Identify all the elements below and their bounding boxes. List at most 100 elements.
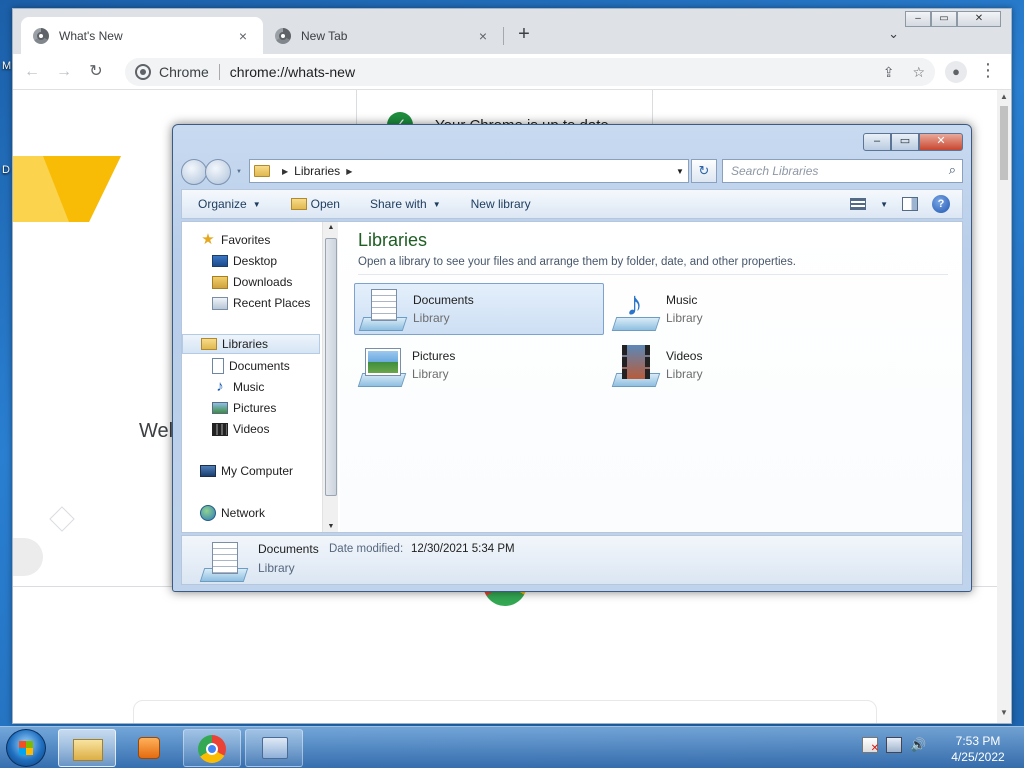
nav-item-music[interactable]: ♪ Music: [212, 377, 264, 397]
scroll-down-arrow-icon[interactable]: ▼: [323, 523, 339, 530]
help-icon[interactable]: ?: [932, 195, 950, 213]
preview-pane-icon[interactable]: [902, 197, 918, 211]
bookmark-star-icon[interactable]: ☆: [912, 64, 925, 81]
tab-search-button[interactable]: ⌄: [888, 26, 899, 42]
recent-places-icon: [212, 296, 228, 310]
nav-item-recent-places[interactable]: Recent Places: [212, 293, 310, 313]
address-history-dropdown-icon[interactable]: ▼: [672, 167, 688, 176]
library-tile-videos[interactable]: Videos Library: [608, 339, 858, 391]
nav-item-label: Downloads: [233, 275, 293, 289]
welcome-heading: Wel: [139, 420, 174, 442]
omnibox-chip: Chrome: [159, 64, 209, 80]
nav-item-pictures[interactable]: Pictures: [212, 398, 276, 418]
pictures-icon: [212, 402, 228, 414]
explorer-window: – ▭ ✕ ▼ ▶ Libraries ▶ ▼ ↻ Search Librari…: [172, 124, 972, 592]
taskbar-media-player-button[interactable]: [120, 729, 178, 767]
nav-item-favorites[interactable]: ★ Favorites: [200, 230, 270, 250]
close-button[interactable]: ✕: [957, 11, 1001, 27]
start-button[interactable]: [6, 729, 46, 767]
breadcrumb-arrow-icon[interactable]: ▶: [282, 167, 288, 176]
scrollbar-thumb[interactable]: [1000, 106, 1008, 180]
change-view-icon[interactable]: [850, 198, 867, 210]
new-tab-button[interactable]: +: [513, 24, 535, 46]
feature-card: [133, 700, 877, 723]
tab-whats-new[interactable]: What's New ×: [21, 17, 263, 54]
documents-library-icon: [199, 540, 249, 582]
volume-icon[interactable]: 🔊: [910, 737, 926, 753]
minimize-button[interactable]: –: [905, 11, 931, 27]
breadcrumb-libraries[interactable]: Libraries: [294, 164, 340, 178]
tab-close-button[interactable]: ×: [235, 28, 251, 44]
details-name: Documents: [258, 542, 319, 556]
nav-item-libraries[interactable]: Libraries: [182, 334, 320, 354]
maximize-button[interactable]: ▭: [891, 133, 919, 151]
nav-item-documents[interactable]: Documents: [212, 356, 290, 376]
scrollbar-thumb[interactable]: [325, 238, 337, 496]
close-button[interactable]: ✕: [919, 133, 963, 151]
nav-item-label: Desktop: [233, 254, 278, 268]
scroll-up-arrow-icon[interactable]: ▲: [323, 224, 339, 231]
breadcrumb-arrow-icon[interactable]: ▶: [346, 167, 352, 176]
scroll-up-arrow-icon[interactable]: ▲: [997, 92, 1011, 101]
nav-item-downloads[interactable]: Downloads: [212, 272, 292, 292]
taskbar-control-panel-button[interactable]: [245, 729, 303, 767]
desktop-icon-label: D: [2, 164, 10, 176]
chrome-tab-strip: What's New × New Tab × + ⌄ – ▭ ✕: [13, 9, 1011, 54]
back-button[interactable]: [181, 159, 207, 185]
page-scrollbar[interactable]: ▲ ▼: [997, 90, 1011, 723]
new-library-button[interactable]: New library: [471, 197, 531, 211]
nav-item-label: Network: [221, 506, 266, 520]
reload-button[interactable]: ↻: [83, 59, 109, 85]
downloads-folder-icon: [212, 275, 228, 289]
library-tile-music[interactable]: ♪ Music Library: [608, 283, 858, 335]
recent-pages-dropdown-icon[interactable]: ▼: [236, 169, 242, 175]
address-bar[interactable]: Chrome chrome://whats-new ⇪ ☆: [125, 58, 935, 86]
library-tile-documents[interactable]: Documents Library: [354, 283, 604, 335]
refresh-button[interactable]: ↻: [691, 159, 717, 183]
network-icon[interactable]: [886, 737, 902, 753]
chrome-menu-button[interactable]: ⋮: [979, 60, 997, 81]
nav-item-network[interactable]: Network: [200, 503, 265, 523]
explorer-body: ★ Favorites Desktop Downloads Recent Pla…: [181, 221, 963, 533]
share-icon[interactable]: ⇪: [883, 64, 895, 81]
action-center-flag-icon[interactable]: ✕: [862, 737, 879, 754]
videos-film-icon: [212, 422, 228, 436]
back-button[interactable]: ←: [19, 59, 45, 85]
view-options-dropdown-icon[interactable]: ▼: [880, 200, 888, 209]
chrome-toolbar: ← → ↻ Chrome chrome://whats-new ⇪ ☆ ● ⋮: [13, 54, 1011, 90]
omnibox-url[interactable]: chrome://whats-new: [230, 64, 355, 80]
media-player-icon: [138, 737, 160, 759]
profile-avatar-button[interactable]: ●: [945, 61, 967, 83]
share-with-button[interactable]: Share with ▼: [370, 197, 441, 211]
taskbar-chrome-button[interactable]: [183, 729, 241, 767]
libraries-folder-icon: [254, 165, 270, 177]
explorer-address-bar[interactable]: ▶ Libraries ▶ ▼: [249, 159, 689, 183]
music-note-icon: ♪: [216, 378, 224, 395]
nav-item-label: My Computer: [221, 464, 294, 478]
computer-icon: [200, 465, 216, 477]
forward-button[interactable]: [205, 159, 231, 185]
minimize-button[interactable]: –: [863, 133, 891, 151]
scroll-down-arrow-icon[interactable]: ▼: [997, 708, 1011, 717]
header-divider: [358, 274, 948, 275]
open-button[interactable]: Open: [290, 197, 340, 211]
system-clock[interactable]: 7:53 PM 4/25/2022: [940, 733, 1016, 765]
nav-item-label: Music: [233, 380, 265, 394]
nav-item-videos[interactable]: Videos: [212, 419, 269, 439]
library-tile-pictures[interactable]: Pictures Library: [354, 339, 604, 391]
tab-new-tab[interactable]: New Tab ×: [263, 17, 503, 54]
nav-item-desktop[interactable]: Desktop: [212, 251, 277, 271]
search-input[interactable]: Search Libraries ⌕: [722, 159, 963, 183]
organize-button[interactable]: Organize ▼: [198, 197, 261, 211]
forward-button[interactable]: →: [51, 59, 77, 85]
tab-close-button[interactable]: ×: [475, 28, 491, 44]
library-name: Pictures: [412, 349, 456, 363]
maximize-button[interactable]: ▭: [931, 11, 957, 27]
details-pane: Documents Date modified: 12/30/2021 5:34…: [181, 535, 963, 585]
explorer-navigation-bar: ▼ ▶ Libraries ▶ ▼ ↻ Search Libraries ⌕: [181, 159, 963, 185]
taskbar-explorer-button[interactable]: [58, 729, 116, 767]
search-icon[interactable]: ⌕: [949, 162, 956, 178]
nav-item-my-computer[interactable]: My Computer: [200, 461, 293, 481]
navigation-pane-scrollbar[interactable]: ▲ ▼: [322, 222, 338, 532]
library-type: Library: [666, 311, 703, 325]
